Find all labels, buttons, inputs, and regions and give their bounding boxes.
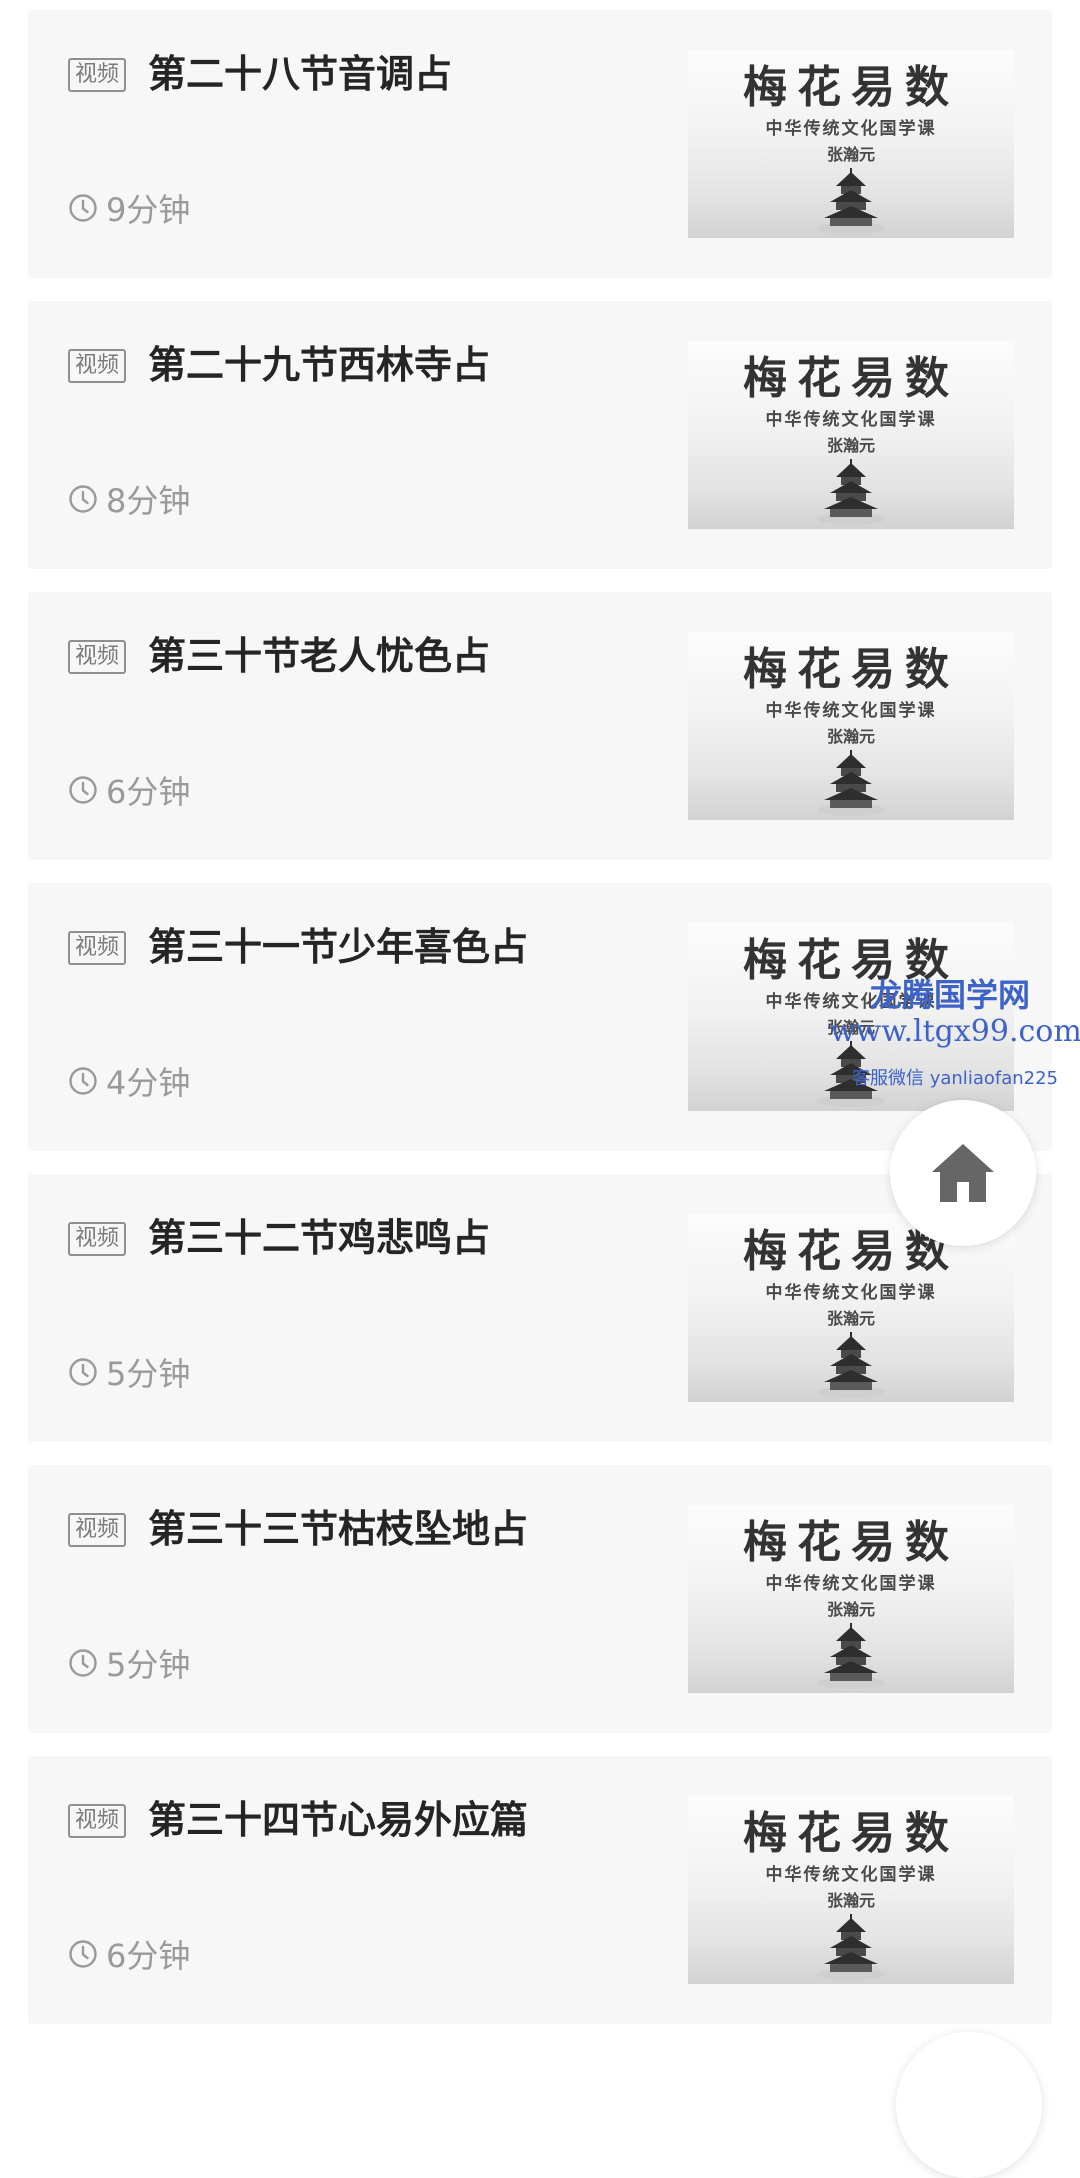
watermark-name: 龙腾国学网 bbox=[870, 976, 1031, 1014]
thumbnail-subtitle: 中华传统文化国学课 bbox=[765, 119, 937, 139]
clock-icon bbox=[69, 1649, 97, 1677]
clock-icon bbox=[69, 1940, 97, 1968]
home-button-partial[interactable] bbox=[896, 2032, 1042, 2178]
lesson-title: 第三十三节枯枝坠地占 bbox=[148, 1507, 529, 1551]
lesson-item[interactable]: 视频 第三十节老人忧色占 6分钟 梅花易数 中华传统文化国学课 张瀚元 bbox=[28, 592, 1052, 860]
thumbnail-author: 张瀚元 bbox=[826, 145, 875, 164]
duration-text: 4分钟 bbox=[106, 1064, 191, 1102]
lesson-duration: 8分钟 bbox=[68, 479, 191, 520]
watermark-contact: 客服微信 yanliaofan225 bbox=[852, 1068, 1058, 1089]
thumbnail-author: 张瀚元 bbox=[826, 1600, 875, 1619]
duration-text: 6分钟 bbox=[106, 773, 191, 811]
temple-image bbox=[817, 1623, 885, 1689]
temple-image bbox=[817, 168, 885, 234]
video-tag: 视频 bbox=[68, 349, 127, 383]
clock-icon bbox=[69, 1358, 97, 1386]
lesson-thumbnail[interactable]: 梅花易数 中华传统文化国学课 张瀚元 bbox=[688, 1505, 1014, 1693]
clock-icon bbox=[69, 194, 97, 222]
video-tag: 视频 bbox=[68, 58, 127, 92]
duration-text: 5分钟 bbox=[106, 1646, 191, 1684]
duration-text: 5分钟 bbox=[106, 1355, 191, 1393]
thumbnail-author: 张瀚元 bbox=[826, 1309, 875, 1328]
thumbnail-title: 梅花易数 bbox=[743, 62, 959, 113]
lesson-thumbnail[interactable]: 梅花易数 中华传统文化国学课 张瀚元 bbox=[688, 341, 1014, 529]
thumbnail-title: 梅花易数 bbox=[743, 1808, 959, 1859]
temple-image bbox=[817, 1914, 885, 1980]
thumbnail-title: 梅花易数 bbox=[743, 644, 959, 695]
thumbnail-title: 梅花易数 bbox=[743, 353, 959, 404]
lesson-duration: 9分钟 bbox=[68, 188, 191, 229]
video-tag: 视频 bbox=[68, 1513, 127, 1547]
watermark: 龙腾国学网 www.ltgx99.com 客服微信 yanliaofan225 bbox=[830, 970, 1080, 1100]
clock-icon bbox=[69, 776, 97, 804]
lesson-thumbnail[interactable]: 梅花易数 中华传统文化国学课 张瀚元 bbox=[688, 50, 1014, 238]
thumbnail-title: 梅花易数 bbox=[743, 1517, 959, 1568]
thumbnail-subtitle: 中华传统文化国学课 bbox=[765, 410, 937, 430]
home-icon bbox=[932, 1144, 994, 1202]
temple-image bbox=[817, 750, 885, 816]
lesson-title: 第二十九节西林寺占 bbox=[148, 343, 491, 387]
thumbnail-subtitle: 中华传统文化国学课 bbox=[765, 701, 937, 721]
lesson-item[interactable]: 视频 第三十二节鸡悲鸣占 5分钟 梅花易数 中华传统文化国学课 张瀚元 bbox=[28, 1174, 1052, 1442]
lesson-item[interactable]: 视频 第二十八节音调占 9分钟 梅花易数 中华传统文化国学课 张瀚元 bbox=[28, 10, 1052, 278]
lesson-duration: 4分钟 bbox=[68, 1061, 191, 1102]
lesson-item[interactable]: 视频 第二十九节西林寺占 8分钟 梅花易数 中华传统文化国学课 张瀚元 bbox=[28, 301, 1052, 569]
clock-icon bbox=[69, 485, 97, 513]
duration-text: 6分钟 bbox=[106, 1937, 191, 1975]
thumbnail-subtitle: 中华传统文化国学课 bbox=[765, 1865, 937, 1885]
lesson-duration: 6分钟 bbox=[68, 1934, 191, 1975]
clock-icon bbox=[69, 1067, 97, 1095]
lesson-title: 第二十八节音调占 bbox=[148, 52, 453, 96]
lesson-title: 第三十一节少年喜色占 bbox=[148, 925, 529, 969]
lesson-item[interactable]: 视频 第三十四节心易外应篇 6分钟 梅花易数 中华传统文化国学课 张瀚元 bbox=[28, 1756, 1052, 2024]
temple-image bbox=[817, 1332, 885, 1398]
lesson-title: 第三十四节心易外应篇 bbox=[148, 1798, 529, 1842]
video-tag: 视频 bbox=[68, 931, 127, 965]
lesson-duration: 5分钟 bbox=[68, 1643, 191, 1684]
lesson-thumbnail[interactable]: 梅花易数 中华传统文化国学课 张瀚元 bbox=[688, 632, 1014, 820]
home-button[interactable] bbox=[890, 1100, 1036, 1246]
duration-text: 9分钟 bbox=[106, 191, 191, 229]
thumbnail-subtitle: 中华传统文化国学课 bbox=[765, 1283, 937, 1303]
watermark-url: www.ltgx99.com bbox=[830, 1014, 1080, 1049]
thumbnail-author: 张瀚元 bbox=[826, 436, 875, 455]
lesson-thumbnail[interactable]: 梅花易数 中华传统文化国学课 张瀚元 bbox=[688, 1796, 1014, 1984]
duration-text: 8分钟 bbox=[106, 482, 191, 520]
thumbnail-author: 张瀚元 bbox=[826, 727, 875, 746]
lesson-item[interactable]: 视频 第三十三节枯枝坠地占 5分钟 梅花易数 中华传统文化国学课 张瀚元 bbox=[28, 1465, 1052, 1733]
thumbnail-author: 张瀚元 bbox=[826, 1891, 875, 1910]
video-tag: 视频 bbox=[68, 1804, 127, 1838]
lesson-title: 第三十节老人忧色占 bbox=[148, 634, 491, 678]
thumbnail-subtitle: 中华传统文化国学课 bbox=[765, 1574, 937, 1594]
video-tag: 视频 bbox=[68, 1222, 127, 1256]
temple-image bbox=[817, 459, 885, 525]
lesson-title: 第三十二节鸡悲鸣占 bbox=[148, 1216, 491, 1260]
video-tag: 视频 bbox=[68, 640, 127, 674]
lesson-duration: 5分钟 bbox=[68, 1352, 191, 1393]
lesson-duration: 6分钟 bbox=[68, 770, 191, 811]
